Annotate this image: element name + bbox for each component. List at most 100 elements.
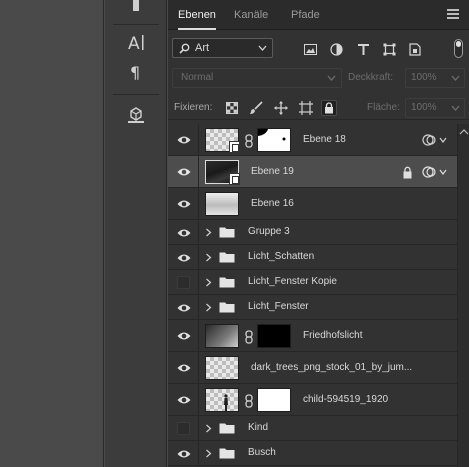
group-row[interactable]: Licht_Fenster Kopie bbox=[168, 270, 457, 295]
3d-panel-icon[interactable] bbox=[105, 102, 167, 130]
layer-list: Ebene 18 Ebene 19 Ebene 16 Gruppe 3 Lich… bbox=[168, 124, 457, 467]
group-name[interactable]: Licht_Fenster Kopie bbox=[248, 276, 337, 287]
lock-image-pixels-icon[interactable] bbox=[248, 100, 264, 116]
eye-column-divider bbox=[198, 270, 199, 294]
chevron-right-icon[interactable] bbox=[205, 449, 212, 458]
visibility-eye-icon[interactable] bbox=[177, 228, 191, 238]
visibility-eye-icon[interactable] bbox=[177, 253, 191, 263]
layer-name[interactable]: dark_trees_png_stock_01_by_jum... bbox=[251, 362, 412, 373]
chevron-down-icon bbox=[327, 75, 336, 81]
visibility-eye-icon[interactable] bbox=[177, 303, 191, 313]
layer-name[interactable]: Friedhofslicht bbox=[303, 330, 362, 341]
layer-thumbnail[interactable] bbox=[205, 324, 239, 348]
eye-column-divider bbox=[198, 245, 199, 269]
group-name[interactable]: Gruppe 3 bbox=[248, 226, 290, 237]
group-row[interactable]: Gruppe 3 bbox=[168, 220, 457, 245]
group-name[interactable]: Busch bbox=[248, 447, 276, 458]
pixel-filter-icon[interactable] bbox=[303, 42, 317, 56]
chevron-right-icon[interactable] bbox=[205, 278, 212, 287]
layer-thumbnail[interactable] bbox=[205, 128, 240, 153]
chevron-right-icon[interactable] bbox=[205, 228, 212, 237]
group-row[interactable]: Busch bbox=[168, 441, 457, 466]
folder-icon bbox=[219, 252, 235, 263]
type-filter-icon[interactable] bbox=[356, 42, 370, 56]
group-row[interactable]: Licht_Schatten bbox=[168, 245, 457, 270]
blend-row: Normal Deckkraft: 100% bbox=[168, 67, 469, 89]
panel-menu-icon[interactable] bbox=[447, 9, 459, 19]
figure-silhouette-icon bbox=[224, 394, 228, 411]
fill-input[interactable]: 100% bbox=[405, 98, 465, 118]
visibility-off-box[interactable] bbox=[177, 422, 190, 435]
layer-thumbnail[interactable] bbox=[205, 356, 239, 380]
folder-icon bbox=[219, 423, 235, 434]
chevron-down-icon[interactable] bbox=[439, 168, 447, 176]
lock-artboard-icon[interactable] bbox=[298, 100, 314, 116]
visibility-off-box[interactable] bbox=[177, 276, 190, 289]
visibility-eye-icon[interactable] bbox=[177, 167, 191, 177]
mask-link-chain-icon[interactable] bbox=[244, 330, 254, 344]
eye-column-divider bbox=[198, 220, 199, 244]
scroll-up-arrow-icon[interactable] bbox=[459, 128, 469, 136]
visibility-eye-icon[interactable] bbox=[177, 135, 191, 145]
visibility-eye-icon[interactable] bbox=[177, 395, 191, 405]
lock-row: Fixieren: Fläche: 100% bbox=[168, 96, 469, 120]
chevron-right-icon[interactable] bbox=[205, 253, 212, 262]
panel-tab-bar: Ebenen Kanäle Pfade bbox=[168, 0, 469, 30]
layer-filter-row: Art bbox=[168, 36, 469, 62]
filter-on-off-toggle[interactable] bbox=[454, 39, 463, 58]
chevron-right-icon[interactable] bbox=[205, 424, 212, 433]
layer-thumbnail[interactable] bbox=[205, 388, 239, 412]
group-name[interactable]: Kind bbox=[248, 422, 268, 433]
filter-kind-select[interactable]: Art bbox=[172, 38, 273, 58]
layer-mask-thumbnail[interactable] bbox=[257, 388, 291, 412]
layer-name[interactable]: Ebene 18 bbox=[303, 134, 346, 145]
layers-panel: Ebenen Kanäle Pfade Art Normal Deckkraft… bbox=[168, 0, 469, 467]
lock-position-icon[interactable] bbox=[273, 100, 289, 116]
chevron-down-icon bbox=[451, 75, 460, 81]
layer-thumbnail[interactable] bbox=[205, 192, 239, 216]
lock-all-icon[interactable] bbox=[321, 100, 337, 116]
group-name[interactable]: Licht_Schatten bbox=[248, 251, 314, 262]
tool-icon-partial[interactable] bbox=[105, 0, 167, 20]
layer-row[interactable]: Ebene 18 bbox=[168, 124, 457, 156]
layer-name[interactable]: Ebene 16 bbox=[251, 198, 294, 209]
paragraph-panel-icon[interactable]: ¶ bbox=[105, 58, 167, 86]
layer-list-scrollbar[interactable] bbox=[457, 124, 469, 467]
tab-pfade[interactable]: Pfade bbox=[291, 0, 320, 30]
layer-mask-thumbnail[interactable] bbox=[257, 324, 291, 348]
group-row[interactable]: Kind bbox=[168, 416, 457, 441]
layer-effects-icon[interactable] bbox=[422, 133, 436, 147]
chevron-down-icon[interactable] bbox=[439, 136, 447, 144]
svg-text:¶: ¶ bbox=[130, 63, 140, 81]
adjustment-filter-icon[interactable] bbox=[329, 42, 343, 56]
smart-object-filter-icon[interactable] bbox=[408, 42, 422, 56]
group-name[interactable]: Licht_Fenster bbox=[248, 301, 309, 312]
layer-row[interactable]: Ebene 16 bbox=[168, 188, 457, 220]
character-panel-icon[interactable]: A bbox=[105, 28, 167, 56]
mask-link-chain-icon[interactable] bbox=[244, 394, 254, 408]
layer-name[interactable]: Ebene 19 bbox=[251, 166, 294, 177]
blend-mode-select[interactable]: Normal bbox=[172, 68, 342, 88]
layer-row-selected[interactable]: Ebene 19 bbox=[168, 156, 457, 188]
tab-ebenen[interactable]: Ebenen bbox=[178, 0, 216, 30]
layer-name[interactable]: child-594519_1920 bbox=[303, 394, 388, 405]
shape-filter-icon[interactable] bbox=[382, 42, 396, 56]
visibility-eye-icon[interactable] bbox=[177, 331, 191, 341]
layer-row[interactable]: child-594519_1920 bbox=[168, 384, 457, 416]
layer-effects-icon[interactable] bbox=[422, 165, 436, 179]
document-canvas[interactable] bbox=[0, 0, 104, 467]
visibility-eye-icon[interactable] bbox=[177, 449, 191, 459]
layer-row[interactable]: Friedhofslicht bbox=[168, 320, 457, 352]
layer-thumbnail[interactable] bbox=[205, 160, 240, 185]
chevron-right-icon[interactable] bbox=[205, 303, 212, 312]
visibility-eye-icon[interactable] bbox=[177, 199, 191, 209]
opacity-input[interactable]: 100% bbox=[405, 68, 465, 88]
tab-kanaele[interactable]: Kanäle bbox=[234, 0, 268, 30]
mask-link-chain-icon[interactable] bbox=[244, 134, 254, 148]
group-row[interactable]: Licht_Fenster bbox=[168, 295, 457, 320]
layer-mask-thumbnail[interactable] bbox=[257, 128, 291, 152]
layer-row[interactable]: dark_trees_png_stock_01_by_jum... bbox=[168, 352, 457, 384]
lock-transparent-pixels-icon[interactable] bbox=[224, 100, 240, 116]
visibility-eye-icon[interactable] bbox=[177, 363, 191, 373]
eye-column-divider bbox=[198, 320, 199, 351]
